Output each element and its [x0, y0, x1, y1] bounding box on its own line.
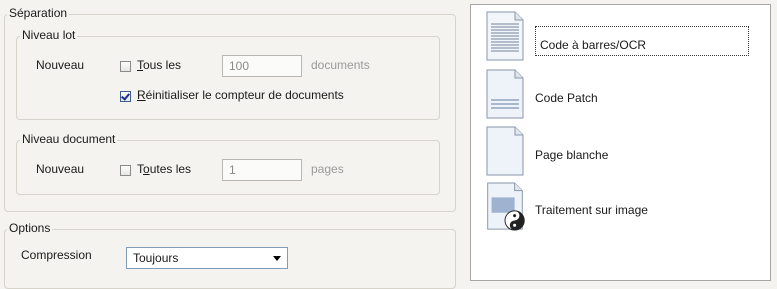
- separator-type-list[interactable]: Code à barres/OCR Code Patch Page blanch…: [470, 4, 771, 281]
- image-processing-document-icon: [487, 182, 525, 231]
- batch-level-legend: Niveau lot: [20, 28, 78, 42]
- batch-count-field[interactable]: 100: [222, 55, 302, 77]
- compression-label: Compression: [21, 248, 92, 262]
- batch-every-label[interactable]: Tous les: [137, 58, 181, 72]
- list-item-label: Code Patch: [535, 91, 598, 105]
- list-item-label: Page blanche: [535, 148, 609, 162]
- options-legend: Options: [7, 221, 53, 235]
- separation-legend: Séparation: [7, 6, 70, 20]
- compression-select[interactable]: Toujours: [126, 247, 288, 269]
- compression-value: Toujours: [133, 251, 179, 265]
- document-every-label[interactable]: Toutes les: [137, 162, 191, 176]
- document-level-legend: Niveau document: [20, 132, 118, 146]
- document-new-label: Nouveau: [36, 162, 85, 176]
- list-item-blank-page[interactable]: Page blanche: [481, 126, 761, 178]
- document-every-checkbox[interactable]: [120, 165, 131, 176]
- reset-counter-checkbox[interactable]: [120, 91, 131, 102]
- chevron-down-icon[interactable]: [273, 256, 281, 261]
- list-item-label: Code à barres/OCR: [535, 26, 749, 56]
- batch-new-label: Nouveau: [36, 58, 85, 72]
- checkmark-icon: [121, 91, 130, 101]
- document-count-field[interactable]: 1: [222, 159, 302, 181]
- batch-unit-label: documents: [311, 58, 370, 72]
- batch-level-group: [16, 36, 440, 120]
- list-item-patch-code[interactable]: Code Patch: [481, 69, 761, 121]
- list-item-barcode-ocr[interactable]: Code à barres/OCR: [481, 11, 761, 63]
- batch-every-checkbox[interactable]: [120, 61, 131, 72]
- patch-code-document-icon: [486, 69, 524, 119]
- barcode-ocr-document-icon: [486, 11, 524, 61]
- list-item-label: Traitement sur image: [535, 203, 648, 217]
- reset-counter-label[interactable]: Réinitialiser le compteur de documents: [137, 88, 344, 102]
- document-unit-label: pages: [311, 162, 344, 176]
- blank-page-document-icon: [486, 126, 524, 176]
- list-item-image-processing[interactable]: Traitement sur image: [481, 182, 761, 234]
